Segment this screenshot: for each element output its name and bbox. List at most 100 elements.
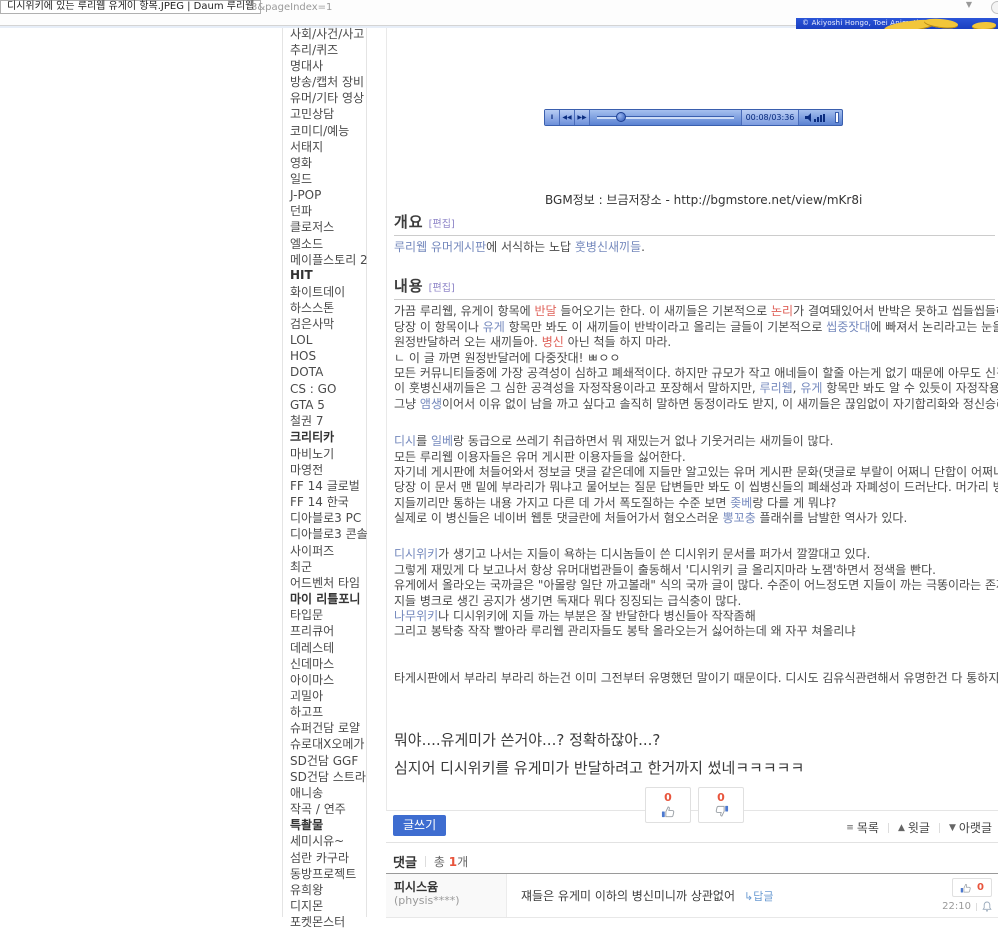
pause-button[interactable]: Ⅱ	[545, 110, 560, 125]
reply-link[interactable]: ↳답글	[744, 888, 773, 904]
wiki-text: 항목만 봐도 이 새끼들이 반박이라고 올리는 글들이 기본적으로	[505, 320, 826, 334]
sidebar-item[interactable]: 슈로대X오메가	[290, 736, 364, 752]
list-link[interactable]: ≡ 목록	[846, 819, 879, 836]
sidebar-item[interactable]: 프리큐어	[290, 623, 364, 639]
sidebar-item[interactable]: 디아블로3 콘솔	[290, 526, 364, 542]
sidebar-item[interactable]: 애니송	[290, 784, 364, 800]
digimon-artwork	[972, 22, 996, 29]
seek-bar[interactable]	[593, 110, 738, 125]
sidebar-item[interactable]: 디지몬	[290, 897, 364, 913]
wiki-link: 뽕꼬충	[723, 511, 756, 525]
sidebar-item[interactable]: SD건담 GGF	[290, 752, 364, 768]
sidebar-item[interactable]: HOS	[290, 348, 364, 364]
wiki-link: 유게	[800, 381, 822, 395]
bgm-player: Ⅱ ◀◀ ▶▶ 00:08/03:36	[544, 109, 843, 126]
bell-icon[interactable]	[982, 901, 992, 912]
sidebar-item[interactable]: 철권 7	[290, 413, 364, 429]
sidebar-item[interactable]: J-POP	[290, 187, 364, 203]
sidebar-item[interactable]: FF 14 한국	[290, 494, 364, 510]
wiki-paragraph: 타게시판에서 부라리 부라리 하는건 이미 그전부터 유명했던 말이기 때문이다…	[394, 671, 995, 686]
sidebar-item[interactable]: 최군	[290, 558, 364, 574]
wiki-line: 모든 루리웹 이용자들은 유머 게시판 이용자들을 싫어한다.	[394, 450, 995, 465]
arrow-up-icon: ▲	[898, 823, 905, 833]
sidebar-item[interactable]: 동방프로젝트	[290, 865, 364, 881]
list-icon: ≡	[846, 823, 854, 833]
comment-like-button[interactable]: 0	[952, 878, 992, 897]
wiki-line: 자기네 게시판에 처들어와서 정보글 댓글 같은데에 지들만 알고있는 유머 게…	[394, 465, 995, 480]
sidebar-item[interactable]: 작곡 / 연주	[290, 801, 364, 817]
divider	[425, 856, 426, 867]
sidebar-item[interactable]: 던파	[290, 203, 364, 219]
sidebar-item[interactable]: 데레스테	[290, 639, 364, 655]
sidebar-item[interactable]: 코미디/예능	[290, 122, 364, 138]
sidebar-item[interactable]: CS : GO	[290, 380, 364, 396]
sidebar-item[interactable]: 명대사	[290, 57, 364, 73]
volume-handle[interactable]	[835, 112, 839, 123]
volume-control[interactable]	[798, 110, 842, 125]
sidebar-item[interactable]: 사이퍼즈	[290, 542, 364, 558]
sidebar-item[interactable]: HIT	[290, 267, 364, 283]
next-post-link[interactable]: ▼ 아랫글	[949, 819, 992, 836]
wiki-link: 훗병신새끼들	[575, 240, 641, 254]
sidebar-item[interactable]: 하고프	[290, 704, 364, 720]
forward-button[interactable]: ▶▶	[575, 110, 590, 125]
sidebar-item[interactable]: 어드벤처 타임	[290, 574, 364, 590]
sidebar-item[interactable]: 괴밀아	[290, 687, 364, 703]
comment-text: 쟤들은 유게미 이하의 병신미니까 상관없어	[521, 887, 735, 904]
sidebar-item[interactable]: 크리티카	[290, 429, 364, 445]
sidebar-item[interactable]: 검은사막	[290, 316, 364, 332]
comment-like-count: 0	[977, 882, 984, 893]
wiki-text: 그렇게 재밌게 다 보고나서 항상 유머대법관들이 출동해서 '디시위키 글 올…	[394, 563, 936, 577]
speaker-icon	[804, 112, 832, 123]
wiki-text: 실제로 이 병신들은 네이버 웹툰 댓글란에 처들어가서 혐오스러운	[394, 511, 723, 525]
browser-tab[interactable]: 디시위키에 있는 루리웹 유게이 항목.JPEG | Daum 루리웹	[0, 0, 261, 14]
sidebar-item[interactable]: 고민상담	[290, 106, 364, 122]
sidebar-item[interactable]: GTA 5	[290, 397, 364, 413]
sidebar-item[interactable]: 하스스톤	[290, 300, 364, 316]
wiki-link: 나무위키	[394, 609, 438, 623]
sidebar-item[interactable]: 아이마스	[290, 671, 364, 687]
comments-header: 댓글 총 1개	[393, 852, 468, 871]
embedded-image-bottom-strip: © Akiyoshi Hongo, Toei Animation	[796, 18, 998, 29]
sidebar-item[interactable]: SD건담 스트라	[290, 768, 364, 784]
sidebar-item[interactable]: 유희왕	[290, 881, 364, 897]
rewind-button[interactable]: ◀◀	[560, 110, 575, 125]
wiki-paragraph: 루리웹 유머게시판에 서식하는 노답 훗병신새끼들.	[394, 240, 995, 255]
wiki-text: 지들 병크로 생긴 공지가 생기면 독재다 뭐다 징징되는 급식충이 많다.	[394, 594, 741, 608]
wiki-line: 디시를 일베랑 동급으로 쓰레기 취급하면서 뭐 재밌는거 없나 기웃거리는 새…	[394, 434, 995, 449]
sidebar-item[interactable]: 화이트데이	[290, 284, 364, 300]
sidebar-item[interactable]: 슈퍼건담 로얄	[290, 720, 364, 736]
write-post-button[interactable]: 글쓰기	[393, 815, 446, 836]
sidebar-item[interactable]: 추리/퀴즈	[290, 41, 364, 57]
sidebar-item[interactable]: 방송/캡처 장비	[290, 73, 364, 89]
sidebar-item[interactable]: 마비노기	[290, 445, 364, 461]
sidebar-item[interactable]: 마이 리틀포니	[290, 590, 364, 606]
sidebar-item[interactable]: 마영전	[290, 461, 364, 477]
wiki-paragraph: 디시를 일베랑 동급으로 쓰레기 취급하면서 뭐 재밌는거 없나 기웃거리는 새…	[394, 434, 995, 526]
sidebar-item[interactable]: 신데마스	[290, 655, 364, 671]
sidebar-item[interactable]: 엘소드	[290, 235, 364, 251]
browser-button-icon[interactable]	[991, 1, 998, 14]
seek-thumb[interactable]	[616, 112, 626, 122]
sidebar-item[interactable]: DOTA	[290, 364, 364, 380]
sidebar-item[interactable]: 클로저스	[290, 219, 364, 235]
sidebar-item[interactable]: FF 14 글로벌	[290, 477, 364, 493]
sidebar-item[interactable]: 포켓몬스터	[290, 914, 364, 930]
sidebar-item[interactable]: 타입문	[290, 607, 364, 623]
sidebar-item[interactable]: 유머/기타 영상	[290, 90, 364, 106]
sidebar-item[interactable]: 영화	[290, 154, 364, 170]
wiki-line: 유게에서 올라오는 국까글은 "아몰랑 일단 까고볼래" 식의 국까 글이 많다…	[394, 578, 995, 593]
sidebar-item[interactable]: 서태지	[290, 138, 364, 154]
chevron-down-icon[interactable]: ▼	[966, 0, 972, 9]
sidebar-item[interactable]: 디아블로3 PC	[290, 510, 364, 526]
prev-post-link[interactable]: ▲ 윗글	[898, 819, 930, 836]
sidebar-item[interactable]: 일드	[290, 170, 364, 186]
sidebar-item[interactable]: LOL	[290, 332, 364, 348]
sidebar-item[interactable]: 사회/사건/사고	[290, 25, 364, 41]
sidebar-item[interactable]: 세미시유~	[290, 833, 364, 849]
sidebar-item[interactable]: 섬란 카구라	[290, 849, 364, 865]
comments-list: 피시스윰(physis****)쟤들은 유게미 이하의 병신미니까 상관없어↳답…	[386, 873, 998, 918]
sidebar-item[interactable]: 메이플스토리 2	[290, 251, 364, 267]
sidebar-item[interactable]: 특촬물	[290, 817, 364, 833]
wiki-link: 유게	[483, 320, 505, 334]
